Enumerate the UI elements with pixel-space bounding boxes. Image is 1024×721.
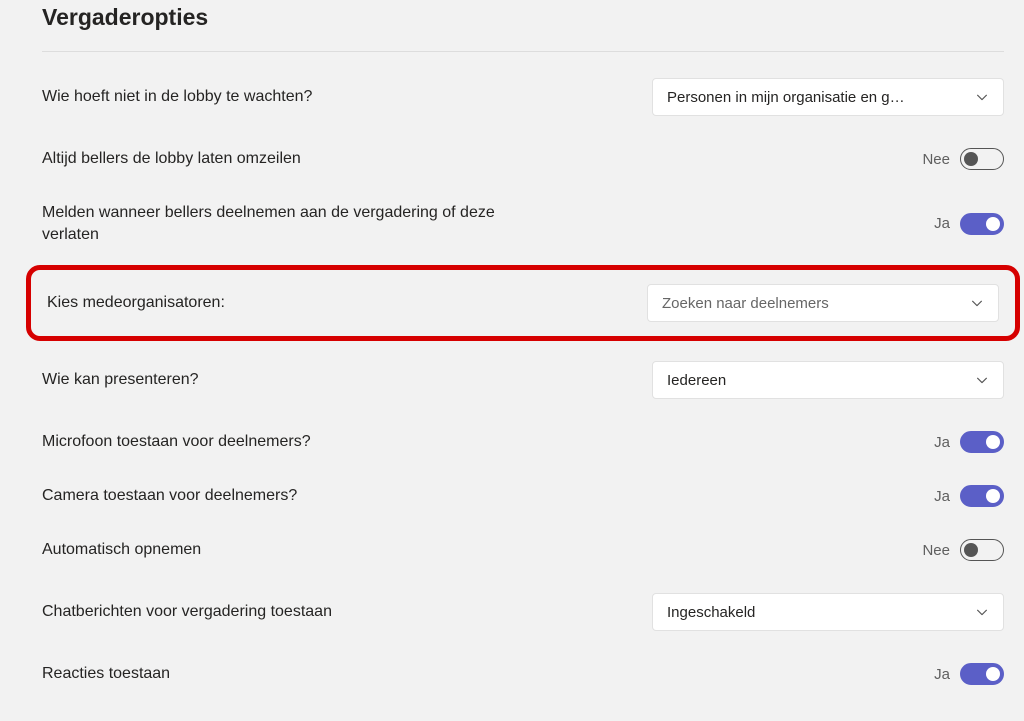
option-control: Iedereen: [652, 361, 1004, 399]
option-control: Ingeschakeld: [652, 593, 1004, 631]
option-label: Kies medeorganisatoren:: [47, 292, 567, 314]
chevron-down-icon: [975, 605, 989, 619]
option-control: Nee: [920, 148, 1004, 170]
toggle-state-label: Nee: [920, 151, 950, 168]
option-callers-bypass: Altijd bellers de lobby laten omzeilen N…: [42, 132, 1004, 186]
highlighted-option-box: Kies medeorganisatoren: Zoeken naar deel…: [26, 265, 1020, 341]
toggle-state-label: Ja: [920, 215, 950, 232]
option-control: Ja: [920, 431, 1004, 453]
option-co-organizers: Kies medeorganisatoren: Zoeken naar deel…: [43, 276, 1003, 330]
toggle-knob: [986, 435, 1000, 449]
toggle-state-label: Nee: [920, 542, 950, 559]
toggle-state-label: Ja: [920, 434, 950, 451]
toggle-knob: [986, 489, 1000, 503]
option-label: Automatisch opnemen: [42, 539, 562, 561]
option-announce-callers: Melden wanneer bellers deelnemen aan de …: [42, 186, 1004, 261]
page-title: Vergaderopties: [42, 4, 1004, 31]
chevron-down-icon: [975, 373, 989, 387]
option-control: Ja: [920, 485, 1004, 507]
toggle-state-label: Ja: [920, 488, 950, 505]
toggle-knob: [986, 217, 1000, 231]
presenters-dropdown[interactable]: Iedereen: [652, 361, 1004, 399]
allow-mic-toggle[interactable]: [960, 431, 1004, 453]
option-allow-chat: Chatberichten voor vergadering toestaan …: [42, 577, 1004, 647]
allow-reactions-toggle[interactable]: [960, 663, 1004, 685]
dropdown-placeholder: Zoeken naar deelnemers: [662, 295, 829, 312]
callers-bypass-toggle[interactable]: [960, 148, 1004, 170]
option-label: Camera toestaan voor deelnemers?: [42, 485, 562, 507]
option-control: Zoeken naar deelnemers: [647, 284, 999, 322]
chevron-down-icon: [975, 90, 989, 104]
allow-chat-dropdown[interactable]: Ingeschakeld: [652, 593, 1004, 631]
option-label: Chatberichten voor vergadering toestaan: [42, 601, 562, 623]
option-allow-reactions: Reacties toestaan Ja: [42, 647, 1004, 701]
toggle-knob: [964, 543, 978, 557]
option-control: Ja: [920, 213, 1004, 235]
option-label: Altijd bellers de lobby laten omzeilen: [42, 148, 562, 170]
option-presenters: Wie kan presenteren? Iedereen: [42, 345, 1004, 415]
option-label: Wie hoeft niet in de lobby te wachten?: [42, 86, 562, 108]
option-label: Microfoon toestaan voor deelnemers?: [42, 431, 562, 453]
dropdown-value: Iedereen: [667, 372, 726, 389]
toggle-knob: [964, 152, 978, 166]
option-label: Wie kan presenteren?: [42, 369, 562, 391]
chevron-down-icon: [970, 296, 984, 310]
option-allow-mic: Microfoon toestaan voor deelnemers? Ja: [42, 415, 1004, 469]
allow-camera-toggle[interactable]: [960, 485, 1004, 507]
announce-callers-toggle[interactable]: [960, 213, 1004, 235]
option-auto-record: Automatisch opnemen Nee: [42, 523, 1004, 577]
meeting-options-panel: Vergaderopties Wie hoeft niet in de lobb…: [0, 0, 1024, 721]
option-control: Nee: [920, 539, 1004, 561]
dropdown-value: Ingeschakeld: [667, 604, 755, 621]
option-control: Ja: [920, 663, 1004, 685]
section-divider: [42, 51, 1004, 52]
option-lobby-bypass: Wie hoeft niet in de lobby te wachten? P…: [42, 62, 1004, 132]
option-allow-camera: Camera toestaan voor deelnemers? Ja: [42, 469, 1004, 523]
toggle-state-label: Ja: [920, 666, 950, 683]
option-label: Reacties toestaan: [42, 663, 562, 685]
option-label: Melden wanneer bellers deelnemen aan de …: [42, 202, 562, 245]
toggle-knob: [986, 667, 1000, 681]
lobby-bypass-dropdown[interactable]: Personen in mijn organisatie en g…: [652, 78, 1004, 116]
dropdown-value: Personen in mijn organisatie en g…: [667, 89, 905, 106]
option-control: Personen in mijn organisatie en g…: [652, 78, 1004, 116]
auto-record-toggle[interactable]: [960, 539, 1004, 561]
co-organizers-dropdown[interactable]: Zoeken naar deelnemers: [647, 284, 999, 322]
